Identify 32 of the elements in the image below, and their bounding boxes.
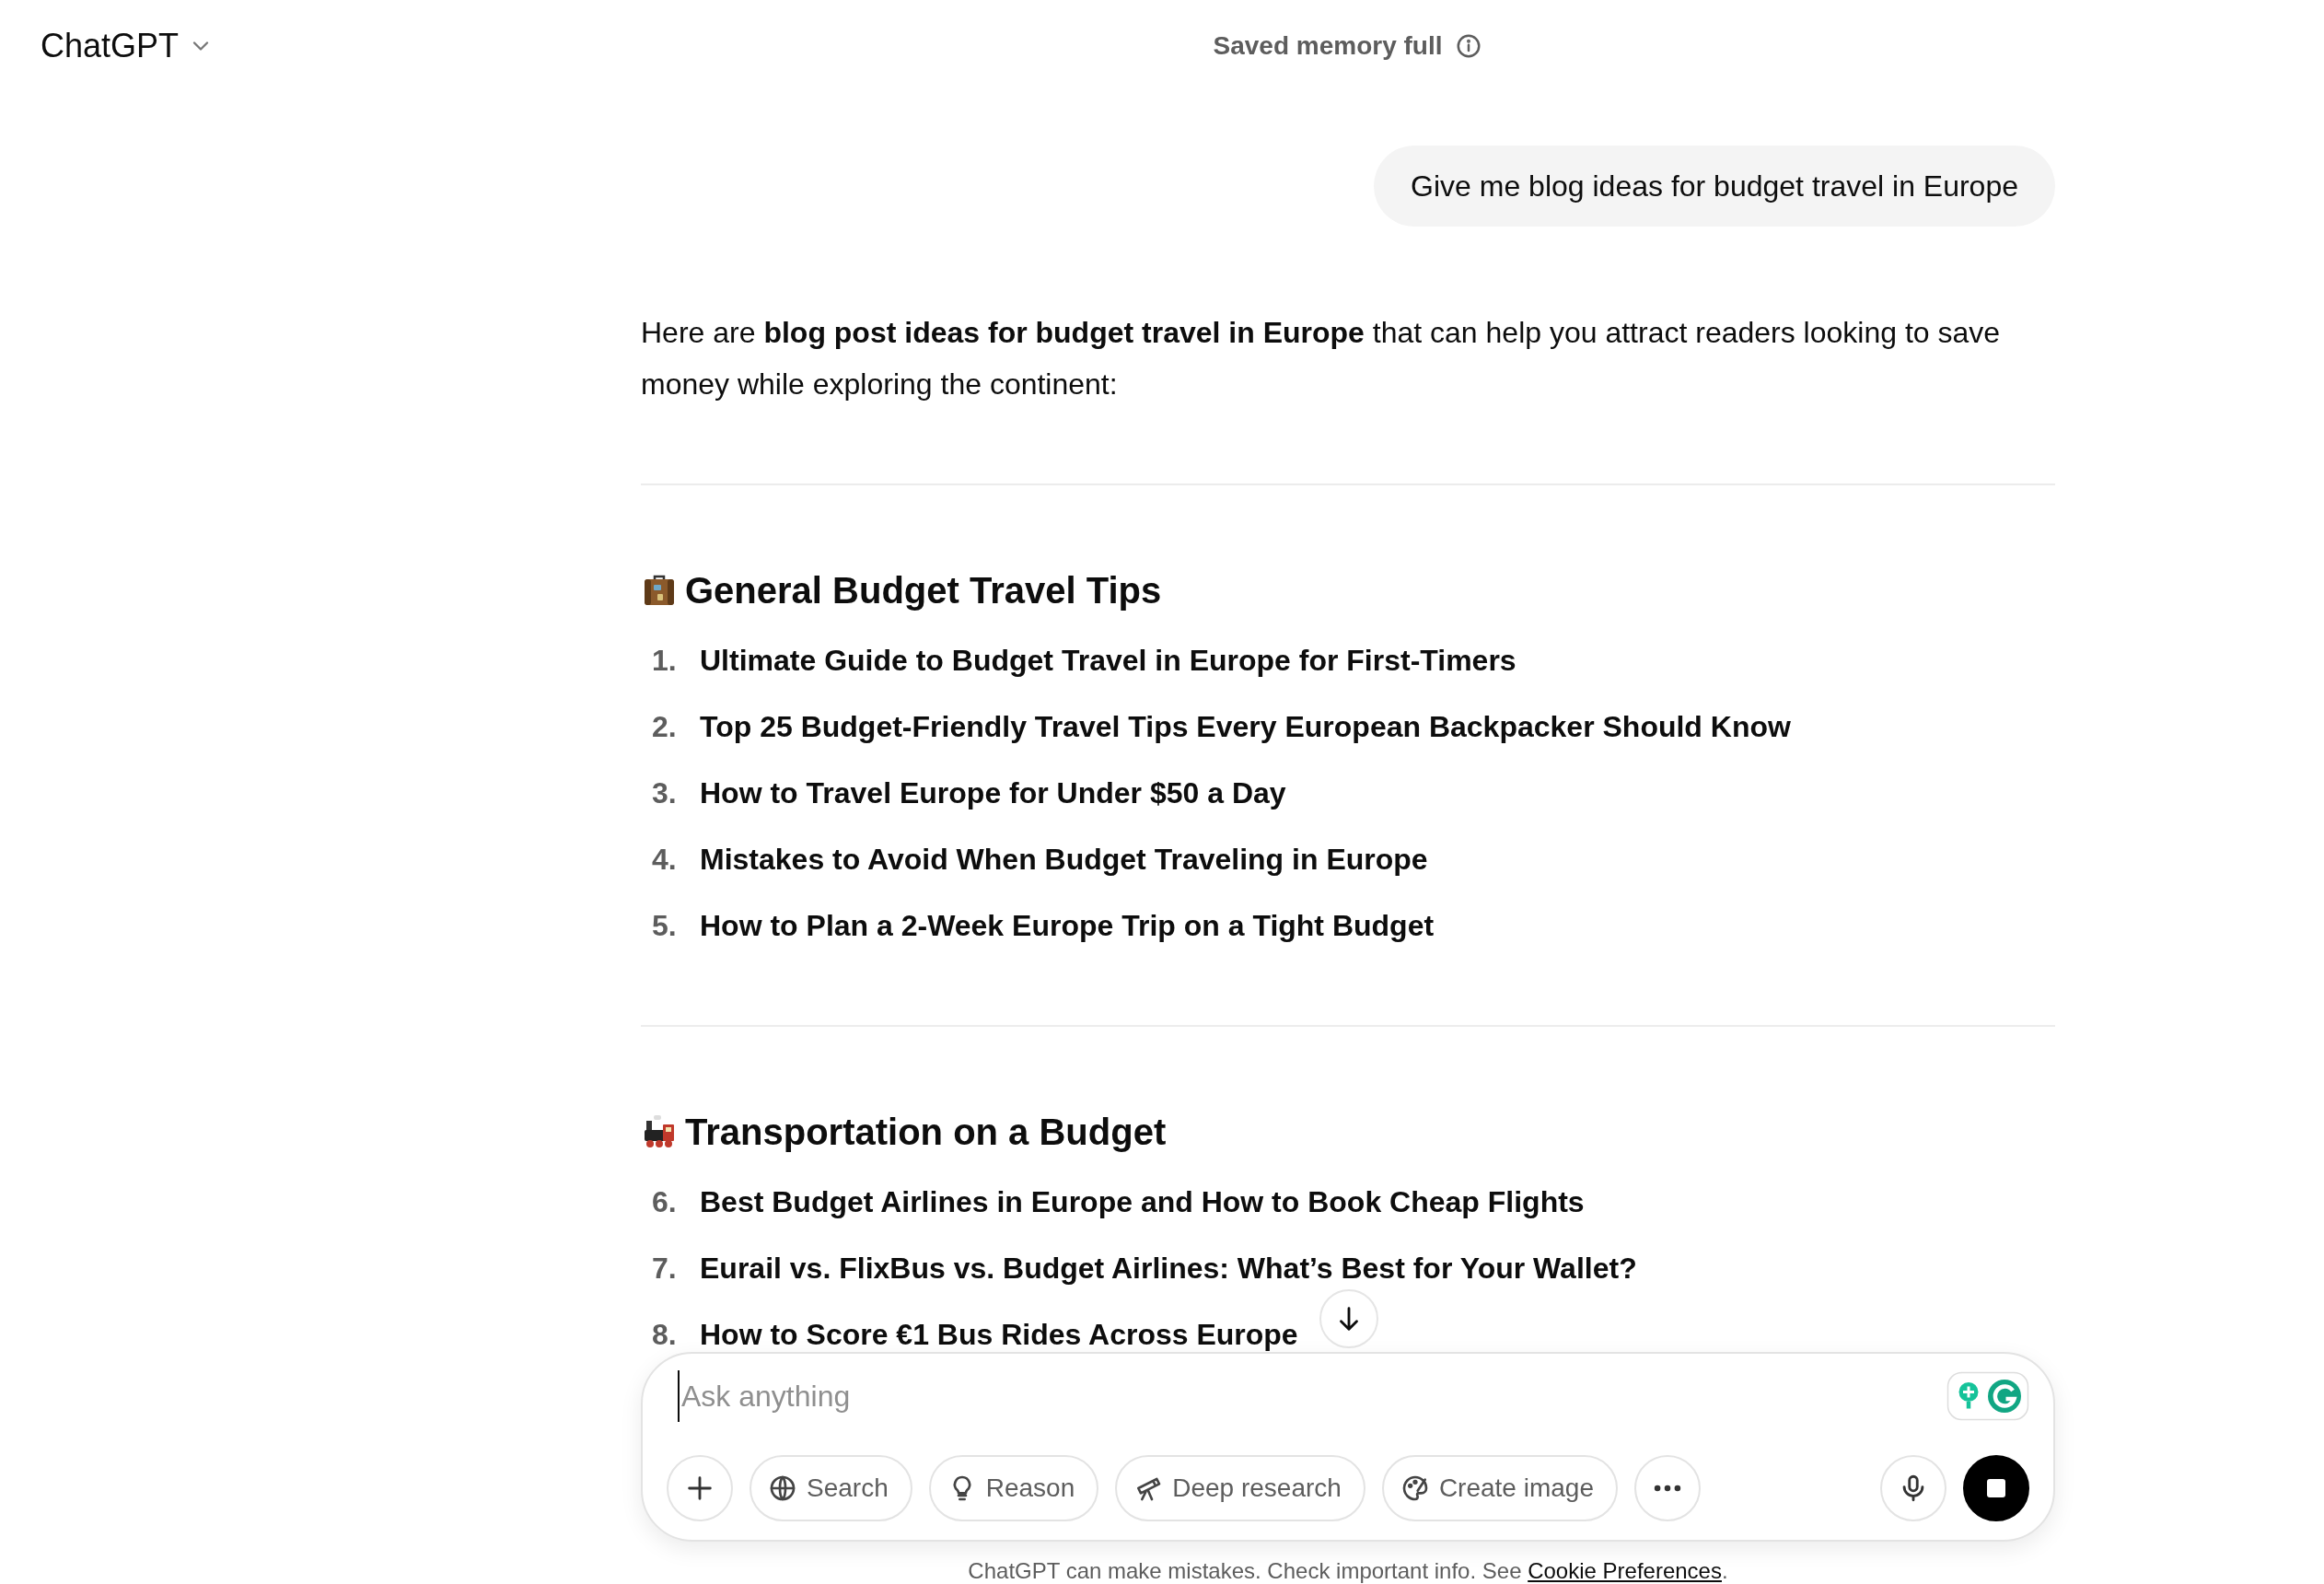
disclaimer-text: ChatGPT can make mistakes. Check important info. See Cookie Preferences. [968,1558,1728,1584]
section-heading: General Budget Travel Tips [685,569,1162,611]
list-item-text: Mistakes to Avoid When Budget Traveling in Europe [700,842,1428,878]
tool-button[interactable]: Search [749,1455,912,1521]
section-heading: Transportation on a Budget [685,1111,1167,1153]
list-item-text: How to Plan a 2-Week Europe Trip on a Tight Budget [700,908,1435,944]
response-paragraph: Here are blog post ideas for budget travel in Europe that can help you attract readers looking to save money while exploring the continent: [641,315,2002,402]
list-item-text: Ultimate Guide to Budget Travel in Europe for First-Timers [700,643,1516,679]
list-number: 4. [652,842,678,878]
model-selector[interactable]: ChatGPT [26,19,229,73]
list-number: 1. [652,643,678,679]
memory-notice: Saved memory full [1213,31,1443,61]
more-icon [1654,1485,1681,1492]
list-number: 2. [652,709,678,745]
list-number: 3. [652,775,678,811]
list-number: 7. [652,1251,678,1287]
cookie-preferences-link[interactable]: Cookie Preferences [1528,1558,1722,1583]
list-item-text: Eurail vs. FlixBus vs. Budget Airlines: What’s Best for Your Wallet? [700,1251,1637,1287]
list-number: 8. [652,1317,678,1353]
grammar-assistant-icon[interactable] [1946,1371,2029,1421]
list-item-text: Top 25 Budget-Friendly Travel Tips Every European Backpacker Should Know [700,709,1791,745]
list-item-text: How to Travel Europe for Under $50 a Day [700,775,1286,811]
tool-button[interactable]: Create image [1381,1455,1618,1521]
list-item-text: How to Score €1 Bus Rides Across Europe [700,1317,1298,1353]
list-number: 5. [652,908,678,944]
user-message: Give me blog ideas for budget travel in Europe [1374,146,2055,227]
list-number: 6. [652,1184,678,1220]
list-item-text: Best Budget Airlines in Europe and How to Book Cheap Flights [700,1184,1585,1220]
tool-button[interactable]: Deep research [1115,1455,1365,1521]
tool-button[interactable]: Reason [928,1455,1099,1521]
globe-icon [768,1473,797,1503]
message-input[interactable]: Ask anything [678,1370,1946,1422]
